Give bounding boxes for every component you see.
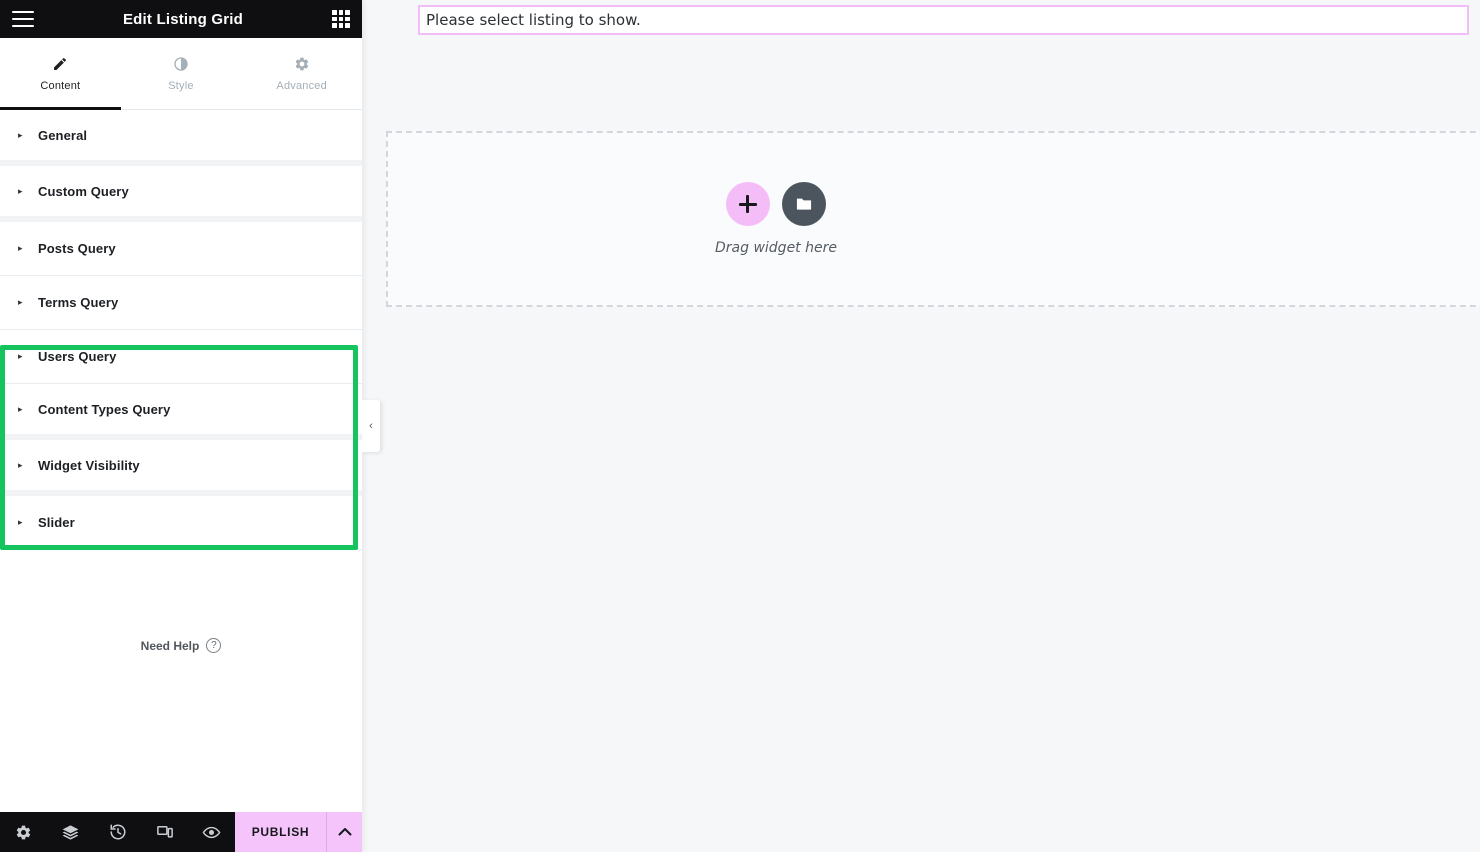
- sidebar-item-general[interactable]: ▸ General: [0, 110, 362, 166]
- section-label: Terms Query: [38, 295, 119, 310]
- footer-tools: [0, 812, 235, 852]
- add-template-button[interactable]: [781, 182, 826, 226]
- panel-footer: PUBLISH: [0, 812, 362, 852]
- dropzone-buttons: [725, 182, 826, 226]
- section-label: Posts Query: [38, 241, 116, 256]
- sidebar-item-custom-query[interactable]: ▸ Custom Query: [0, 166, 362, 222]
- panel-header: Edit Listing Grid: [0, 0, 362, 38]
- caret-right-icon: ▸: [18, 351, 23, 361]
- caret-right-icon: ▸: [18, 185, 23, 196]
- need-help-link[interactable]: Need Help ?: [0, 638, 362, 653]
- caret-right-icon: ▸: [18, 297, 23, 307]
- tab-content-label: Content: [40, 80, 81, 92]
- sidebar-item-posts-query[interactable]: ▸ Posts Query: [0, 222, 362, 276]
- apps-grid-icon[interactable]: [332, 10, 350, 28]
- sidebar-item-content-types-query[interactable]: ▸ Content Types Query: [0, 384, 362, 440]
- plus-icon: [738, 195, 757, 213]
- widget-dropzone[interactable]: Drag widget here: [386, 131, 1480, 307]
- tab-advanced-label: Advanced: [276, 80, 327, 92]
- panel-collapse-handle[interactable]: ‹: [362, 400, 380, 452]
- elementor-editor: Edit Listing Grid Content Style Advanced…: [0, 0, 1480, 852]
- page-title: Edit Listing Grid: [122, 10, 244, 28]
- section-label: General: [38, 127, 88, 143]
- section-label: Widget Visibility: [38, 457, 140, 473]
- caret-right-icon: ▸: [18, 403, 23, 414]
- publish-button[interactable]: PUBLISH: [235, 812, 326, 852]
- caret-right-icon: ▸: [18, 517, 23, 527]
- chevron-up-icon[interactable]: [326, 812, 362, 852]
- listing-notice: Please select listing to show.: [418, 5, 1469, 35]
- caret-right-icon: ▸: [18, 243, 23, 253]
- section-label: Custom Query: [38, 183, 129, 199]
- section-list: ▸ General ▸ Custom Query ▸ Posts Query ▸…: [0, 110, 362, 550]
- settings-icon[interactable]: [0, 812, 47, 852]
- editor-panel: Edit Listing Grid Content Style Advanced…: [0, 0, 362, 852]
- panel-tabs: Content Style Advanced: [0, 38, 362, 110]
- hamburger-icon[interactable]: [12, 11, 34, 27]
- sidebar-item-users-query[interactable]: ▸ Users Query: [0, 330, 362, 384]
- dropzone-hint: Drag widget here: [715, 240, 837, 256]
- need-help-label: Need Help: [140, 638, 200, 653]
- tab-content[interactable]: Content: [0, 38, 121, 110]
- sidebar-item-terms-query[interactable]: ▸ Terms Query: [0, 276, 362, 330]
- question-circle-icon: ?: [206, 638, 222, 653]
- tab-style[interactable]: Style: [121, 38, 242, 109]
- responsive-icon[interactable]: [141, 812, 188, 852]
- section-label: Slider: [38, 515, 75, 530]
- caret-right-icon: ▸: [18, 129, 23, 140]
- editor-canvas: Please select listing to show. Drag widg…: [362, 0, 1480, 852]
- preview-icon[interactable]: [188, 812, 235, 852]
- sidebar-item-slider[interactable]: ▸ Slider: [0, 496, 362, 550]
- tab-advanced[interactable]: Advanced: [241, 38, 362, 109]
- sidebar-item-widget-visibility[interactable]: ▸ Widget Visibility: [0, 440, 362, 496]
- panel-sections-area: ▸ General ▸ Custom Query ▸ Posts Query ▸…: [0, 110, 362, 812]
- navigator-icon[interactable]: [47, 812, 94, 852]
- pencil-icon: [52, 55, 68, 73]
- notice-text: Please select listing to show.: [426, 11, 641, 29]
- gear-icon: [294, 55, 310, 73]
- add-widget-button[interactable]: [725, 182, 770, 226]
- contrast-icon: [173, 55, 189, 73]
- dropzone-inner: Drag widget here: [715, 182, 837, 256]
- section-label: Users Query: [38, 349, 117, 364]
- caret-right-icon: ▸: [18, 459, 23, 470]
- tab-style-label: Style: [168, 80, 194, 92]
- section-label: Content Types Query: [38, 401, 171, 417]
- history-icon[interactable]: [94, 812, 141, 852]
- folder-icon: [796, 198, 812, 210]
